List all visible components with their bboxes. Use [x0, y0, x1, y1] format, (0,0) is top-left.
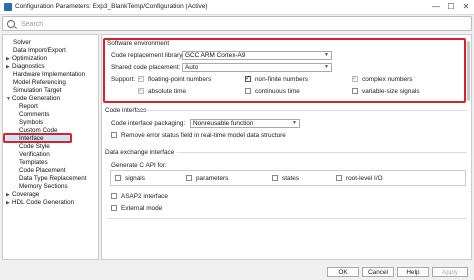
remove-error-label: Remove error status field in real-time m… — [121, 132, 286, 139]
packaging-value: Nonreusable function — [193, 120, 254, 127]
tree-item-diagnostics[interactable]: ▶ Diagnostics — [6, 63, 45, 71]
title-bar: Configuration Parameters: Exp3_BlankTemp… — [0, 0, 474, 15]
packaging-dropdown[interactable]: Nonreusable function ▼ — [190, 119, 300, 128]
tree-item-hardware-implementation[interactable]: Hardware Implementation — [13, 71, 85, 79]
search-input[interactable] — [19, 18, 463, 31]
root-level-io-label: root-level I/O — [346, 175, 383, 182]
tree-item-label: Code Generation — [12, 95, 60, 102]
root-level-io-checkbox[interactable] — [336, 175, 342, 181]
external-mode-label: External mode — [121, 205, 163, 212]
packaging-label: Code interface packaging: — [111, 120, 186, 127]
tree-item-data-type-replacement[interactable]: Data Type Replacement — [19, 175, 86, 183]
close-button[interactable]: ✕ — [460, 1, 472, 13]
tree-item-report[interactable]: Report — [19, 103, 38, 111]
generate-c-api-label: Generate C API for: — [111, 162, 167, 169]
search-icon — [7, 20, 15, 28]
asap2-label: ASAP2 interface — [121, 193, 168, 200]
tree-item-label: Coverage — [12, 191, 40, 198]
tree-item-memory-sections[interactable]: Memory Sections — [19, 183, 68, 191]
tree-item-coverage[interactable]: ▶ Coverage — [6, 191, 39, 199]
tree-item-templates[interactable]: Templates — [19, 159, 48, 167]
app-icon — [4, 3, 12, 11]
data-exchange-title: Data exchange interface — [105, 149, 175, 156]
tree-item-optimization[interactable]: ▶ Optimization — [6, 55, 47, 63]
help-button[interactable]: Help — [397, 267, 429, 277]
tree-item-code-style[interactable]: Code Style — [19, 143, 50, 151]
tree-item-verification[interactable]: Verification — [19, 151, 50, 159]
maximize-button[interactable]: ☐ — [445, 1, 457, 13]
category-tree: Solver Data Import/Export ▶ Optimization … — [2, 34, 99, 260]
window-title: Configuration Parameters: Exp3_BlankTemp… — [15, 3, 208, 10]
tree-item-model-referencing[interactable]: Model Referencing — [13, 79, 66, 87]
search-box[interactable] — [2, 16, 472, 31]
divider — [137, 110, 467, 111]
tree-item-label: Diagnostics — [12, 63, 45, 70]
tree-item-label: Optimization — [12, 55, 47, 62]
divider — [107, 218, 467, 219]
divider — [177, 152, 467, 153]
tree-item-data-import-export[interactable]: Data Import/Export — [13, 47, 66, 55]
tree-item-code-placement[interactable]: Code Placement — [19, 167, 66, 175]
dialog-footer: OK Cancel Help Apply — [0, 262, 474, 280]
signals-label: signals — [125, 175, 145, 182]
remove-error-checkbox[interactable] — [111, 132, 117, 138]
asap2-checkbox[interactable] — [111, 193, 117, 199]
tree-item-simulation-target[interactable]: Simulation Target — [13, 87, 62, 95]
tree-item-code-generation[interactable]: ▼Code Generation — [6, 95, 60, 103]
parameters-label: parameters — [196, 175, 229, 182]
chevron-down-icon: ▼ — [292, 120, 297, 126]
tree-item-solver[interactable]: Solver — [13, 39, 31, 47]
software-environment-highlight-box — [103, 38, 466, 103]
ok-button[interactable]: OK — [327, 267, 359, 277]
cancel-button[interactable]: Cancel — [362, 267, 394, 277]
interface-highlight-box — [3, 133, 72, 143]
parameters-checkbox[interactable] — [186, 175, 192, 181]
scrollbar[interactable] — [467, 41, 470, 101]
tree-item-comments[interactable]: Comments — [19, 111, 49, 119]
apply-button[interactable]: Apply — [432, 267, 468, 277]
tree-item-label: HDL Code Generation — [12, 199, 75, 206]
states-label: states — [282, 175, 300, 182]
tree-item-hdl-code-generation[interactable]: ▶ HDL Code Generation — [6, 199, 74, 207]
tree-item-symbols[interactable]: Symbols — [19, 119, 43, 127]
external-mode-checkbox[interactable] — [111, 205, 117, 211]
states-checkbox[interactable] — [272, 175, 278, 181]
signals-checkbox[interactable] — [115, 175, 121, 181]
minimize-button[interactable]: — — [430, 1, 442, 13]
